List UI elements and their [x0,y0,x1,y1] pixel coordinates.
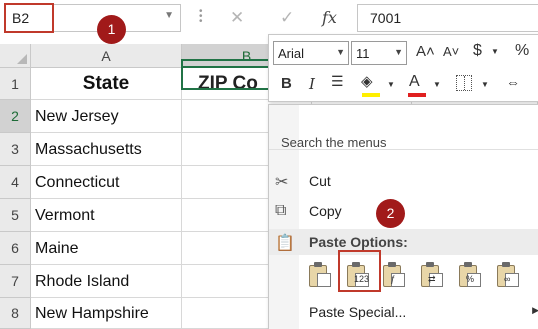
borders-icon[interactable] [456,75,472,91]
row-header-1[interactable]: 1 [0,68,31,100]
increase-font-icon[interactable]: A˄ [416,43,435,60]
chevron-down-icon[interactable]: ▼ [481,80,489,89]
font-size-value: 11 [356,46,370,61]
italic-button[interactable]: I [309,75,315,93]
row-header-2[interactable]: 2 [0,100,31,133]
cancel-icon[interactable]: ✕ [230,8,244,28]
menu-item-cut[interactable]: ✂ Cut [269,168,538,196]
center-align-icon[interactable]: ☰ [331,73,344,90]
chevron-down-icon[interactable]: ▼ [164,10,174,21]
row-header-4[interactable]: 4 [0,166,31,199]
insert-function-icon[interactable]: fx [322,8,337,27]
row-header-8[interactable]: 8 [0,298,31,329]
mini-toolbar: Arial ▼ 11 ▼ A˄ A˅ $ ▼ % B I ☰ ◈ ▼ A ▼ ▼… [268,34,538,102]
cell-a1[interactable]: State [31,68,182,100]
menu-item-label: Cut [309,173,331,189]
copy-icon: ⧉ [275,202,287,219]
menu-item-paste-special[interactable]: Paste Special... ▶ [269,299,538,327]
cell-a3[interactable]: Massachusetts [31,133,182,166]
formula-value: 7001 [370,10,402,26]
cell-a4[interactable]: Connecticut [31,166,182,199]
bold-button[interactable]: B [281,75,292,92]
row-header-7[interactable]: 7 [0,265,31,298]
scissors-icon: ✂ [275,174,289,191]
cell-a5[interactable]: Vermont [31,199,182,232]
menu-header-paste-options: 📋 Paste Options: [269,229,538,257]
chevron-down-icon[interactable]: ▼ [433,80,441,89]
clipboard-icon: 📋 [275,235,295,252]
formula-bar-grip-icon[interactable]: • • • [199,7,203,27]
row-header-5[interactable]: 5 [0,199,31,232]
fill-color-icon[interactable]: ◈ [361,72,373,90]
step-badge-2: 2 [376,199,405,228]
currency-format-icon[interactable]: $ [473,42,482,60]
chevron-down-icon[interactable]: ▼ [336,47,345,57]
font-name-value: Arial [278,46,305,61]
chevron-down-icon[interactable]: ▼ [491,47,499,56]
cell-a7[interactable]: Rhode Island [31,265,182,298]
formula-input[interactable]: 7001 [357,4,538,32]
menu-item-label: Copy [309,203,342,219]
cell-a6[interactable]: Maine [31,232,182,265]
font-color-button[interactable]: A [409,73,420,91]
decrease-font-icon[interactable]: A˅ [443,44,459,59]
cell-a2[interactable]: New Jersey [31,100,182,133]
menu-search-box[interactable]: Search the menus [269,105,538,150]
paste-formatting-icon[interactable]: % [455,261,483,289]
select-all-triangle-icon [17,54,27,64]
paste-options-label: Paste Options: [309,234,408,250]
step-badge-1: 1 [97,15,126,44]
chevron-right-icon: ▶ [532,305,538,315]
select-all-corner[interactable] [0,44,31,68]
percent-format-icon[interactable]: % [515,42,529,60]
font-size-combo[interactable]: 11 ▼ [351,41,407,65]
paste-link-icon[interactable]: ∞ [493,261,521,289]
row-header-3[interactable]: 3 [0,133,31,166]
paste-values-annotation-highlight [338,250,381,292]
paste-icon[interactable] [305,261,333,289]
font-color-swatch [408,93,426,97]
cell-a8[interactable]: New Hampshire [31,298,182,329]
font-name-combo[interactable]: Arial ▼ [273,41,349,65]
formula-bar-row: B2 ▼ • • • ✕ ✓ fx 7001 [0,0,538,36]
column-header-a[interactable]: A [31,44,182,68]
paste-transpose-icon[interactable]: ⇄ [417,261,445,289]
name-box-annotation-highlight [4,3,54,33]
fill-color-swatch [362,93,380,97]
paste-formulas-icon[interactable]: ƒ [379,261,407,289]
row-header-6[interactable]: 6 [0,232,31,265]
chevron-down-icon[interactable]: ▼ [387,80,395,89]
check-icon[interactable]: ✓ [280,8,294,28]
chevron-down-icon[interactable]: ▼ [394,47,403,57]
menu-item-label: Paste Special... [309,304,407,320]
menu-search-input[interactable]: Search the menus [281,135,387,150]
merge-cells-icon[interactable]: ⇔ [506,74,520,90]
